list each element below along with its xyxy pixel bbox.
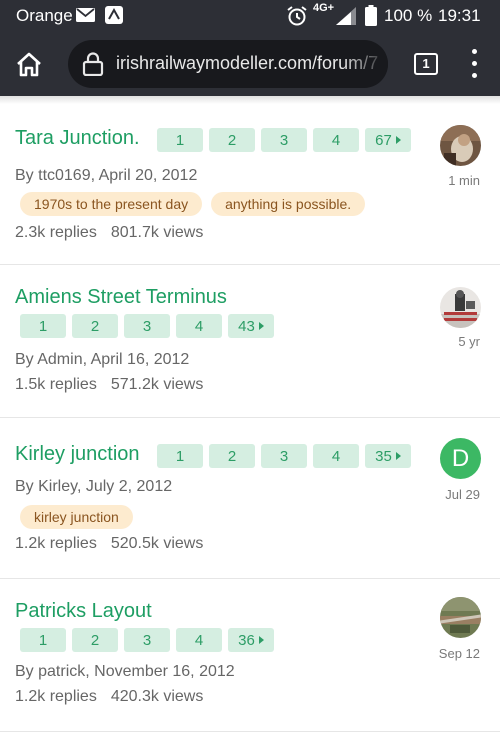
views-count: 520.5k views bbox=[110, 535, 204, 552]
avatar[interactable]: D bbox=[440, 438, 481, 479]
page-link[interactable]: 2 bbox=[209, 444, 255, 468]
page-link[interactable]: 2 bbox=[72, 314, 118, 338]
topic-title[interactable]: Amiens Street Terminus bbox=[15, 286, 227, 309]
overflow-menu-icon[interactable] bbox=[470, 48, 478, 80]
page-link[interactable]: 3 bbox=[261, 444, 307, 468]
page-link[interactable]: 3 bbox=[124, 628, 170, 652]
nfc-icon bbox=[105, 6, 123, 24]
avatar-photo bbox=[440, 287, 481, 328]
last-page-number: 67 bbox=[375, 131, 392, 149]
page-links: 1 2 3 4 35 bbox=[157, 444, 411, 468]
page-link[interactable]: 3 bbox=[124, 314, 170, 338]
lock-icon[interactable] bbox=[82, 52, 104, 76]
tag-chip[interactable]: kirley junction bbox=[20, 505, 133, 529]
page-link[interactable]: 2 bbox=[72, 628, 118, 652]
replies-count: 1.2k replies bbox=[15, 688, 97, 705]
page-link[interactable]: 1 bbox=[157, 128, 203, 152]
page-link[interactable]: 3 bbox=[261, 128, 307, 152]
topic-byline: By Kirley, July 2, 2012 bbox=[15, 478, 173, 495]
topic-row[interactable]: Amiens Street Terminus 1 2 3 4 43 By Adm… bbox=[0, 265, 500, 418]
browser-toolbar: irishrailwaymodeller.com/forum/7 1 bbox=[0, 32, 500, 96]
topic-row[interactable]: Tara Junction. 1 2 3 4 67 By ttc0169, Ap… bbox=[0, 96, 500, 265]
page-links: 1 2 3 4 36 bbox=[20, 628, 274, 652]
replies-count: 2.3k replies bbox=[15, 224, 97, 241]
avatar-photo bbox=[440, 597, 481, 638]
battery-percent: 100 % bbox=[384, 6, 433, 25]
tag-chip[interactable]: anything is possible. bbox=[211, 192, 366, 216]
last-activity: Jul 29 bbox=[445, 487, 480, 502]
views-count: 571.2k views bbox=[110, 376, 204, 393]
last-page-link[interactable]: 35 bbox=[365, 444, 411, 468]
network-type: 4G+ bbox=[313, 2, 335, 14]
tag-chip[interactable]: 1970s to the present day bbox=[20, 192, 203, 216]
topic-list: Tara Junction. 1 2 3 4 67 By ttc0169, Ap… bbox=[0, 96, 500, 750]
views-count: 420.3k views bbox=[110, 688, 204, 705]
page-links: 1 2 3 4 67 bbox=[157, 128, 411, 152]
last-page-number: 36 bbox=[238, 631, 255, 649]
avatar[interactable] bbox=[440, 287, 481, 328]
topic-title[interactable]: Patricks Layout bbox=[15, 600, 152, 623]
page-link[interactable]: 4 bbox=[313, 444, 359, 468]
avatar[interactable] bbox=[440, 597, 481, 638]
replies-count: 1.5k replies bbox=[15, 376, 97, 393]
url-text[interactable]: irishrailwaymodeller.com/forum/7 bbox=[116, 53, 378, 74]
avatar-photo bbox=[440, 125, 481, 166]
mail-icon bbox=[76, 8, 95, 22]
signal-icon bbox=[336, 7, 356, 25]
last-activity: Sep 12 bbox=[438, 646, 480, 661]
arrow-right-icon bbox=[395, 136, 401, 144]
status-bar: Orange 4G+ 100 % 19:31 bbox=[0, 0, 500, 32]
page-link[interactable]: 4 bbox=[176, 314, 222, 338]
address-bar[interactable]: irishrailwaymodeller.com/forum/7 bbox=[68, 40, 388, 88]
last-page-number: 43 bbox=[238, 317, 255, 335]
avatar[interactable] bbox=[440, 125, 481, 166]
replies-count: 1.2k replies bbox=[15, 535, 97, 552]
last-activity: 5 yr bbox=[458, 334, 480, 349]
arrow-right-icon bbox=[258, 636, 264, 644]
topic-byline: By Admin, April 16, 2012 bbox=[15, 351, 190, 368]
topic-row[interactable]: Patricks Layout 1 2 3 4 36 By patrick, N… bbox=[0, 579, 500, 732]
last-page-link[interactable]: 67 bbox=[365, 128, 411, 152]
last-page-link[interactable]: 43 bbox=[228, 314, 274, 338]
tab-switcher-button[interactable]: 1 bbox=[414, 53, 438, 75]
topic-stats: 1.2k replies 420.3k views bbox=[15, 688, 203, 706]
last-page-link[interactable]: 36 bbox=[228, 628, 274, 652]
last-page-number: 35 bbox=[375, 447, 392, 465]
views-count: 801.7k views bbox=[110, 224, 204, 241]
page-link[interactable]: 1 bbox=[20, 314, 66, 338]
page-link[interactable]: 1 bbox=[20, 628, 66, 652]
topic-stats: 2.3k replies 801.7k views bbox=[15, 224, 203, 242]
arrow-right-icon bbox=[258, 322, 264, 330]
page-link[interactable]: 4 bbox=[176, 628, 222, 652]
topic-byline: By ttc0169, April 20, 2012 bbox=[15, 167, 198, 184]
topic-stats: 1.5k replies 571.2k views bbox=[15, 376, 203, 394]
topic-stats: 1.2k replies 520.5k views bbox=[15, 535, 203, 553]
page-link[interactable]: 2 bbox=[209, 128, 255, 152]
carrier-name: Orange bbox=[16, 6, 73, 25]
last-activity: 1 min bbox=[448, 173, 480, 188]
arrow-right-icon bbox=[395, 452, 401, 460]
topic-row[interactable]: Kirley junction 1 2 3 4 35 By Kirley, Ju… bbox=[0, 418, 500, 579]
topic-title[interactable]: Tara Junction. bbox=[15, 127, 140, 150]
topic-byline: By patrick, November 16, 2012 bbox=[15, 663, 235, 680]
home-icon[interactable] bbox=[14, 50, 44, 80]
topic-title[interactable]: Kirley junction bbox=[15, 443, 140, 466]
page-links: 1 2 3 4 43 bbox=[20, 314, 274, 338]
topic-tags: 1970s to the present day anything is pos… bbox=[20, 192, 366, 216]
page-link[interactable]: 1 bbox=[157, 444, 203, 468]
battery-icon bbox=[365, 5, 377, 26]
url-fade bbox=[342, 40, 388, 88]
page-link[interactable]: 4 bbox=[313, 128, 359, 152]
clock: 19:31 bbox=[438, 6, 481, 25]
alarm-icon bbox=[287, 6, 307, 26]
topic-tags: kirley junction bbox=[20, 505, 133, 529]
